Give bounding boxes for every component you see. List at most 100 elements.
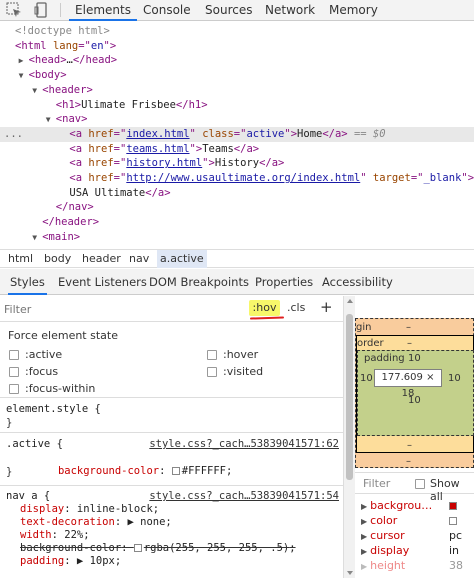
margin-bottom-value[interactable]: – bbox=[406, 456, 411, 468]
collapse-triangle-icon[interactable]: ▼ bbox=[32, 83, 37, 98]
hov-toggle-button[interactable]: :hov bbox=[249, 300, 280, 316]
dom-node[interactable]: <a href="history.html">History</a> bbox=[0, 156, 474, 171]
breadcrumb-a-active[interactable]: a.active bbox=[157, 250, 207, 268]
rule-selector[interactable]: element.style { bbox=[6, 403, 101, 416]
tab-memory[interactable]: Memory bbox=[329, 0, 378, 21]
declaration[interactable]: text-decoration: ▶ none; bbox=[20, 516, 172, 529]
dom-node[interactable]: ▶ <head>…</head> bbox=[0, 53, 474, 68]
colon: : bbox=[64, 503, 77, 515]
dom-node[interactable]: </header> bbox=[0, 215, 474, 230]
tab-accessibility[interactable]: Accessibility bbox=[322, 269, 393, 295]
border-bottom-value[interactable]: – bbox=[407, 440, 412, 452]
scroll-down-arrow-icon[interactable] bbox=[347, 571, 353, 575]
rule-selector[interactable]: .active { bbox=[6, 438, 63, 451]
checkbox-active[interactable] bbox=[9, 350, 19, 360]
computed-row[interactable]: ▶ backgrou… bbox=[361, 498, 457, 513]
markup-token: "> bbox=[202, 157, 215, 170]
markup-token: _blank bbox=[423, 172, 462, 184]
device-toolbar-icon[interactable] bbox=[34, 2, 50, 18]
dom-node-selected[interactable]: ... <a href="index.html" class="active">H… bbox=[0, 126, 474, 142]
expand-triangle-icon[interactable]: ▶ bbox=[361, 502, 367, 511]
tab-event-listeners[interactable]: Event Listeners bbox=[58, 269, 147, 295]
breadcrumb-html[interactable]: html bbox=[8, 250, 33, 268]
declaration[interactable]: width: 22%; bbox=[20, 529, 90, 542]
expand-triangle-icon[interactable]: ▶ bbox=[361, 547, 367, 556]
box-model-border[interactable]: order – padding 10 10 177.609 × 18 10 10… bbox=[356, 335, 474, 453]
declaration[interactable]: display: inline-block; bbox=[20, 503, 159, 516]
declaration[interactable]: padding: ▶ 10px; bbox=[20, 555, 121, 568]
dom-node[interactable]: ▼ <main> bbox=[0, 230, 474, 245]
dom-node[interactable]: <h1>Ulimate Frisbee</h1> bbox=[0, 98, 474, 113]
tab-styles[interactable]: Styles bbox=[8, 269, 47, 295]
dom-node-markup: <a href="teams.html">Teams</a> bbox=[69, 142, 259, 157]
tab-console[interactable]: Console bbox=[143, 0, 191, 21]
show-all-checkbox[interactable] bbox=[415, 479, 425, 489]
dom-node[interactable]: ▼ <nav> bbox=[0, 112, 474, 127]
computed-row[interactable]: ▶ height 38 bbox=[361, 558, 463, 573]
tab-dom-breakpoints[interactable]: DOM Breakpoints bbox=[149, 269, 249, 295]
padding-right-value[interactable]: 10 bbox=[448, 373, 461, 385]
label-visited: :visited bbox=[223, 365, 264, 378]
collapse-triangle-icon[interactable]: ▼ bbox=[46, 112, 51, 127]
box-model-padding[interactable]: padding 10 10 177.609 × 18 10 10 bbox=[357, 350, 474, 436]
margin-top-value[interactable]: – bbox=[406, 322, 411, 334]
computed-row[interactable]: ▶ cursor pc bbox=[361, 528, 462, 543]
dom-node[interactable]: </nav> bbox=[0, 200, 474, 215]
border-top-value[interactable]: – bbox=[407, 338, 412, 350]
declaration-overridden[interactable]: background-color: rgba(255, 255, 255, .5… bbox=[20, 542, 296, 555]
cls-toggle-button[interactable]: .cls bbox=[287, 300, 305, 316]
dom-node[interactable]: <a href="teams.html">Teams</a> bbox=[0, 142, 474, 157]
expand-triangle-icon[interactable]: ▶ bbox=[361, 532, 367, 541]
styles-scrollbar[interactable] bbox=[343, 296, 355, 578]
breadcrumb-nav[interactable]: nav bbox=[129, 250, 149, 268]
rule-selector[interactable]: nav a { bbox=[6, 490, 50, 503]
tab-properties[interactable]: Properties bbox=[255, 269, 313, 295]
checkbox-focus[interactable] bbox=[9, 367, 19, 377]
breadcrumb-header[interactable]: header bbox=[82, 250, 121, 268]
dom-node[interactable]: <html lang="en"> bbox=[0, 39, 474, 54]
checkbox-focus-within[interactable] bbox=[9, 384, 19, 394]
styles-filter-input[interactable] bbox=[4, 300, 224, 318]
breadcrumb-body[interactable]: body bbox=[44, 250, 71, 268]
collapse-triangle-icon[interactable]: ▼ bbox=[19, 68, 24, 83]
tab-elements[interactable]: Elements bbox=[69, 0, 137, 21]
padding-bottom-value[interactable]: 10 bbox=[408, 395, 421, 407]
scrollbar-thumb[interactable] bbox=[346, 314, 353, 480]
padding-left-value[interactable]: 10 bbox=[360, 373, 373, 385]
dom-node[interactable]: USA Ultimate</a> bbox=[0, 186, 474, 201]
new-style-rule-button[interactable]: + bbox=[320, 298, 333, 316]
devtools-toolbar: Elements Console Sources Network Memory bbox=[0, 0, 474, 21]
markup-token: "> bbox=[461, 172, 474, 184]
markup-token[interactable]: http://www.usaultimate.org/index.html bbox=[126, 172, 360, 184]
expand-triangle-icon[interactable]: ▶ bbox=[361, 562, 367, 571]
expand-triangle-icon[interactable]: ▶ bbox=[19, 53, 24, 68]
box-model-margin[interactable]: gin – order – padding 10 10 177.609 × 18… bbox=[355, 318, 474, 468]
checkbox-visited[interactable] bbox=[207, 367, 217, 377]
dom-node[interactable]: ▼ <header> bbox=[0, 83, 474, 98]
expand-triangle-icon[interactable]: ▶ bbox=[361, 517, 367, 526]
checkbox-hover[interactable] bbox=[207, 350, 217, 360]
tab-sources[interactable]: Sources bbox=[205, 0, 252, 21]
padding-top-value[interactable]: 10 bbox=[408, 353, 421, 365]
color-swatch[interactable] bbox=[133, 544, 142, 552]
computed-row[interactable]: ▶ display in bbox=[361, 543, 459, 558]
markup-token[interactable]: history.html bbox=[126, 157, 202, 169]
dom-node[interactable]: <a href="http://www.usaultimate.org/inde… bbox=[0, 171, 474, 186]
node-gutter-dots[interactable]: ... bbox=[4, 127, 23, 142]
dom-node-markup: </nav> bbox=[56, 200, 94, 215]
box-model-content[interactable]: 177.609 × 18 bbox=[374, 369, 442, 399]
declaration[interactable]: background-color: #FFFFFF; bbox=[20, 452, 232, 477]
collapse-triangle-icon[interactable]: ▼ bbox=[32, 230, 37, 245]
tab-network[interactable]: Network bbox=[265, 0, 315, 21]
markup-token[interactable]: index.html bbox=[126, 128, 189, 140]
rule-source-link[interactable]: style.css?_cach…53839041571:54 bbox=[149, 490, 339, 503]
color-swatch[interactable] bbox=[171, 467, 180, 475]
computed-filter-input[interactable]: Filter bbox=[363, 477, 390, 490]
rule-source-link[interactable]: style.css?_cach…53839041571:62 bbox=[149, 438, 339, 451]
computed-row[interactable]: ▶ color bbox=[361, 513, 457, 528]
markup-token[interactable]: teams.html bbox=[126, 143, 189, 155]
scroll-up-arrow-icon[interactable] bbox=[347, 299, 353, 303]
dom-node[interactable]: <!doctype html> bbox=[0, 24, 474, 39]
dom-node[interactable]: ▼ <body> bbox=[0, 68, 474, 83]
inspect-cursor-icon[interactable] bbox=[6, 2, 22, 18]
